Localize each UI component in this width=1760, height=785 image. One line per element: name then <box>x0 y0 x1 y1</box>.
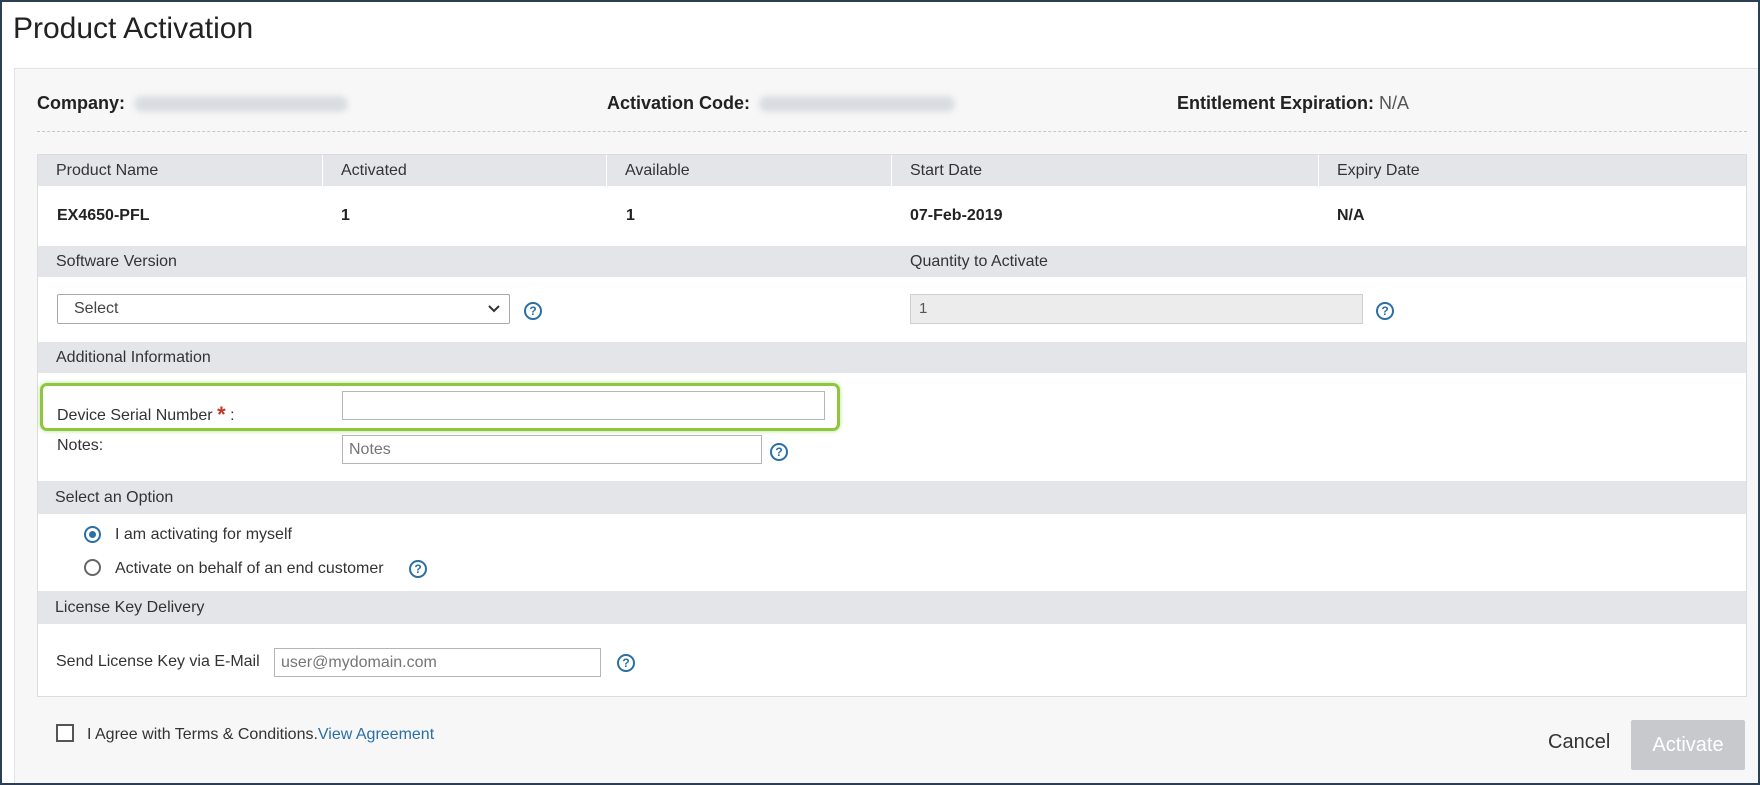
cell-available: 1 <box>626 207 635 224</box>
help-circle-icon[interactable]: ? <box>770 443 788 461</box>
divider <box>37 131 1747 132</box>
help-circle-icon[interactable]: ? <box>1376 302 1394 320</box>
software-version-select-value: Select <box>74 300 119 317</box>
software-section-header: Software Version Quantity to Activate <box>38 246 1746 277</box>
column-header-available: Available <box>607 155 892 186</box>
page-title: Product Activation <box>13 12 254 45</box>
additional-info-label: Additional Information <box>56 349 211 366</box>
cell-activated: 1 <box>341 207 350 224</box>
activate-button[interactable]: Activate <box>1631 720 1745 770</box>
cell-expiry-date: N/A <box>1337 207 1365 224</box>
radio-activate-end-customer[interactable] <box>84 559 101 576</box>
activation-code-value-redacted <box>759 96 956 113</box>
cell-product-name: EX4650-PFL <box>57 207 150 224</box>
terms-text: I Agree with Terms & Conditions.View Agr… <box>87 726 434 744</box>
radio-label-activate-end-customer[interactable]: Activate on behalf of an end customer <box>115 560 384 578</box>
software-version-label: Software Version <box>56 253 177 270</box>
serial-label-text: Device Serial Number <box>57 407 213 424</box>
terms-checkbox[interactable] <box>56 724 74 742</box>
company-label: Company: <box>37 93 126 113</box>
license-section-header: License Key Delivery <box>38 591 1746 624</box>
quantity-label: Quantity to Activate <box>910 253 1048 270</box>
cell-start-date: 07-Feb-2019 <box>910 207 1003 224</box>
device-serial-number-label: Device Serial Number * : <box>57 400 235 427</box>
device-serial-number-input[interactable] <box>342 391 825 420</box>
view-agreement-link[interactable]: View Agreement <box>318 726 434 743</box>
notes-label: Notes: <box>57 437 104 454</box>
entitlement-info: Entitlement Expiration: N/A <box>1177 93 1409 114</box>
chevron-down-icon <box>487 295 501 332</box>
additional-info-header: Additional Information <box>38 342 1746 373</box>
entitlement-value: N/A <box>1379 93 1410 113</box>
help-circle-icon[interactable]: ? <box>409 560 427 578</box>
radio-activate-myself[interactable] <box>84 526 101 543</box>
company-value-redacted <box>134 96 349 113</box>
license-email-input[interactable] <box>274 648 601 677</box>
entitlement-label: Entitlement Expiration: <box>1177 93 1375 113</box>
option-section-label: Select an Option <box>55 489 174 506</box>
license-section-label: License Key Delivery <box>55 599 205 616</box>
activation-code-info: Activation Code: <box>607 93 956 114</box>
serial-label-colon: : <box>230 407 235 424</box>
option-section-header: Select an Option <box>38 481 1746 514</box>
help-circle-icon[interactable]: ? <box>524 302 542 320</box>
quantity-to-activate-field: 1 <box>910 294 1363 324</box>
notes-input[interactable] <box>342 435 762 464</box>
column-header-product-name: Product Name <box>38 155 323 186</box>
column-header-start-date: Start Date <box>892 155 1319 186</box>
column-header-expiry-date: Expiry Date <box>1337 162 1420 179</box>
required-asterisk: * <box>217 402 226 427</box>
company-info: Company: <box>37 93 349 114</box>
software-version-select[interactable]: Select <box>57 294 510 324</box>
help-circle-icon[interactable]: ? <box>617 654 635 672</box>
product-table-header: Product Name Activated Available Start D… <box>38 155 1746 186</box>
terms-label: I Agree with Terms & Conditions. <box>87 726 318 743</box>
activation-code-label: Activation Code: <box>607 93 751 113</box>
license-email-label: Send License Key via E-Mail <box>56 653 260 670</box>
radio-label-activate-myself[interactable]: I am activating for myself <box>115 526 292 544</box>
cancel-button[interactable]: Cancel <box>1548 731 1610 754</box>
column-header-activated: Activated <box>323 155 607 186</box>
